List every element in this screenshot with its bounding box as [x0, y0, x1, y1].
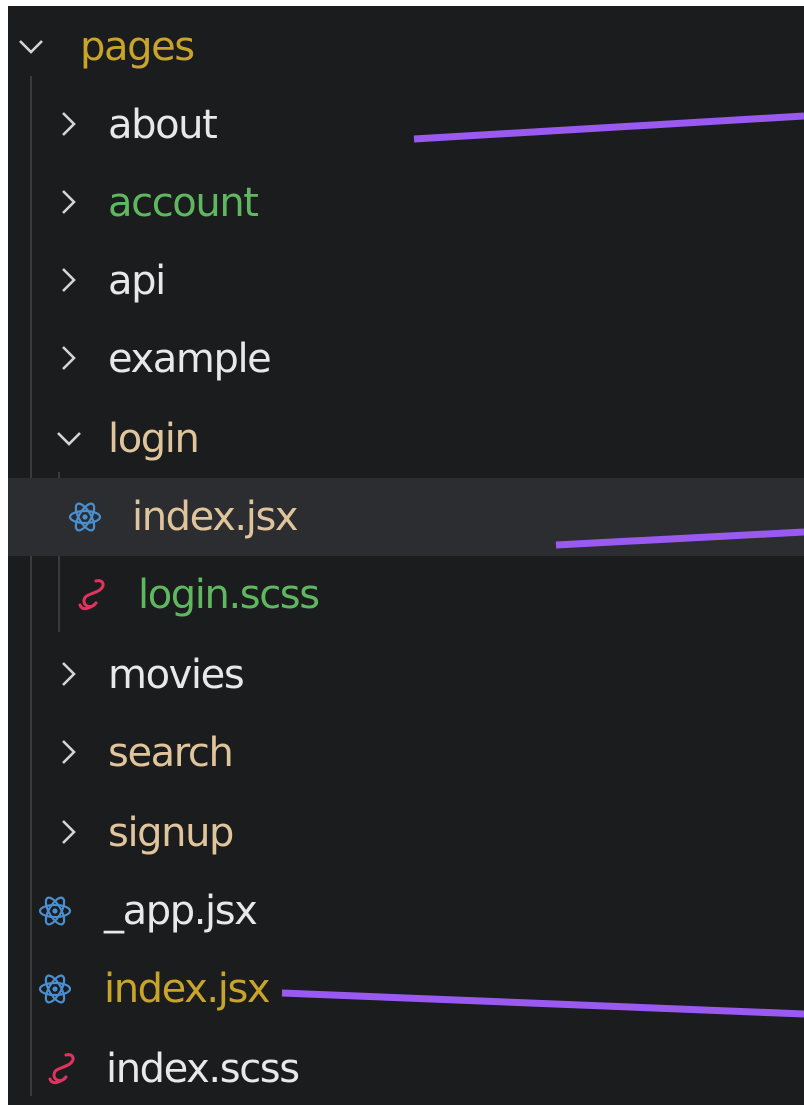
- tree-item-label: search: [108, 730, 234, 776]
- tree-item-account-folder[interactable]: account: [8, 164, 804, 242]
- chevron-right-icon: [56, 259, 82, 303]
- tree-item-pages-folder[interactable]: pages: [8, 8, 804, 86]
- chevron-right-icon: [56, 103, 82, 147]
- tree-item-search-folder[interactable]: search: [8, 714, 804, 792]
- tree-item-signup-folder[interactable]: signup: [8, 794, 804, 872]
- tree-item-label: api: [108, 258, 166, 304]
- tree-item-label: index.jsx: [132, 494, 299, 540]
- tree-item-label: about: [108, 102, 218, 148]
- tree-item-label: example: [108, 336, 272, 382]
- tree-item-label: account: [108, 180, 259, 226]
- tree-item-label: index.jsx: [104, 966, 271, 1012]
- tree-item-label: login: [108, 416, 200, 462]
- chevron-right-icon: [56, 811, 82, 855]
- tree-item-label: signup: [108, 810, 234, 856]
- sass-icon: [74, 575, 108, 615]
- tree-item-movies-folder[interactable]: movies: [8, 636, 804, 714]
- tree-item-label: _app.jsx: [104, 888, 258, 934]
- tree-item-login-folder[interactable]: login: [8, 400, 804, 478]
- chevron-down-icon: [56, 417, 82, 461]
- tree-item-about-folder[interactable]: about: [8, 86, 804, 164]
- chevron-right-icon: [56, 653, 82, 697]
- chevron-right-icon: [56, 337, 82, 381]
- tree-item-app-jsx[interactable]: _app.jsx: [8, 872, 804, 950]
- tree-item-label: pages: [80, 24, 195, 70]
- tree-item-login-scss[interactable]: login.scss: [8, 556, 804, 634]
- tree-item-api-folder[interactable]: api: [8, 242, 804, 320]
- react-icon: [38, 891, 72, 931]
- tree-item-login-index-jsx[interactable]: index.jsx: [8, 478, 804, 556]
- tree-item-label: movies: [108, 652, 245, 698]
- chevron-down-icon: [18, 25, 44, 69]
- sass-icon: [44, 1049, 78, 1089]
- tree-item-label: login.scss: [138, 572, 320, 618]
- react-icon: [68, 497, 102, 537]
- file-explorer: pages about account api example login in…: [8, 6, 804, 1105]
- react-icon: [38, 969, 72, 1009]
- chevron-right-icon: [56, 181, 82, 225]
- tree-item-index-scss[interactable]: index.scss: [8, 1030, 804, 1105]
- tree-item-label: index.scss: [106, 1046, 300, 1092]
- tree-item-example-folder[interactable]: example: [8, 320, 804, 398]
- tree-item-index-jsx[interactable]: index.jsx: [8, 950, 804, 1028]
- chevron-right-icon: [56, 731, 82, 775]
